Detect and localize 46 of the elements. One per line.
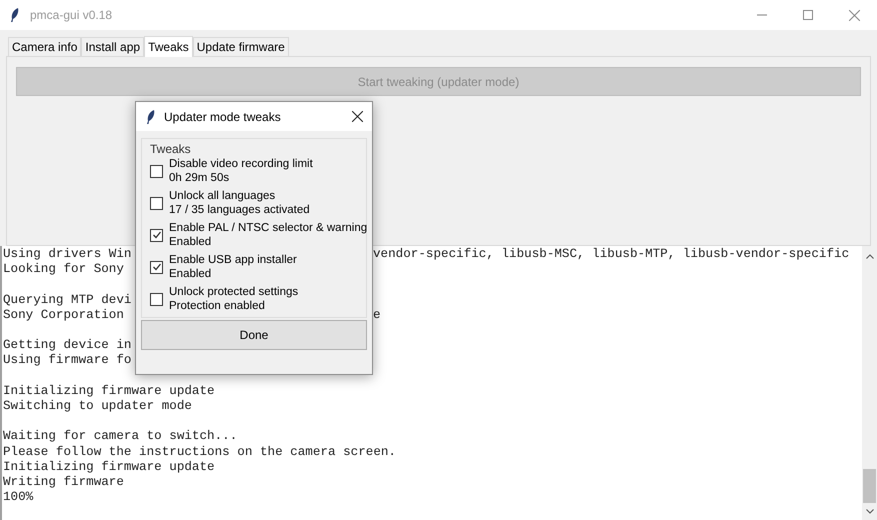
tab[interactable]: Update firmware — [192, 37, 289, 56]
feather-icon — [10, 7, 20, 23]
log-line: e — [373, 308, 381, 323]
log-line: Sony Corporation — [3, 308, 124, 323]
tweak-status: Protection enabled — [169, 299, 266, 313]
log-line: Using drivers Win — [3, 247, 132, 262]
tab[interactable]: Camera info — [8, 37, 82, 56]
log-line: Switching to updater mode — [3, 398, 192, 414]
tweak-label: Disable video recording limit — [169, 157, 313, 171]
log-line: Initializing firmware update — [3, 384, 215, 399]
log-line: Getting device in — [3, 338, 132, 354]
checkbox[interactable] — [150, 228, 163, 242]
tweak-label: Enable PAL / NTSC selector & warning — [169, 221, 368, 235]
feather-icon — [146, 108, 156, 124]
dialog-title: Updater mode tweaks — [164, 108, 281, 126]
checkbox[interactable] — [150, 292, 163, 306]
done-button[interactable]: Done — [141, 320, 367, 350]
log-line: Please follow the instructions on the camera screen. — [3, 444, 396, 460]
log-line: Writing firmware — [3, 474, 124, 490]
checkbox[interactable] — [150, 196, 163, 210]
tab[interactable]: Tweaks — [144, 36, 193, 57]
log-line: Initializing firmware update — [3, 460, 215, 475]
group-label: Tweaks — [150, 141, 191, 158]
tweak-status: Enabled — [169, 267, 212, 281]
window-title: pmca-gui v0.18 — [30, 7, 112, 24]
log-line: Using firmware fo — [3, 353, 132, 369]
scroll-thumb[interactable] — [863, 469, 876, 503]
log-line: 100% — [3, 490, 34, 506]
tweak-status: 17 / 35 languages activated — [169, 203, 310, 217]
tweak-label: Enable USB app installer — [169, 253, 297, 267]
close-icon — [848, 10, 860, 20]
scroll-up-icon[interactable] — [866, 254, 874, 259]
log-line: Querying MTP devi — [3, 292, 132, 308]
log-line: vendor-specific, libusb-MSC, libusb-MTP, libusb-vendor-specific — [373, 247, 850, 262]
checkbox[interactable] — [150, 164, 163, 178]
scroll-down-icon[interactable] — [866, 509, 874, 514]
tweak-status: Enabled — [169, 235, 212, 249]
log-line: Looking for Sony — [3, 262, 124, 278]
log-line: Waiting for camera to switch... — [3, 429, 238, 445]
checkbox[interactable] — [150, 260, 163, 274]
tweak-label: Unlock all languages — [169, 189, 276, 203]
maximize-icon — [803, 10, 813, 20]
close-icon — [352, 111, 362, 122]
tweak-status: 0h 29m 50s — [169, 171, 230, 185]
tweak-label: Unlock protected settings — [169, 285, 298, 299]
tab[interactable]: Install app — [81, 37, 144, 56]
